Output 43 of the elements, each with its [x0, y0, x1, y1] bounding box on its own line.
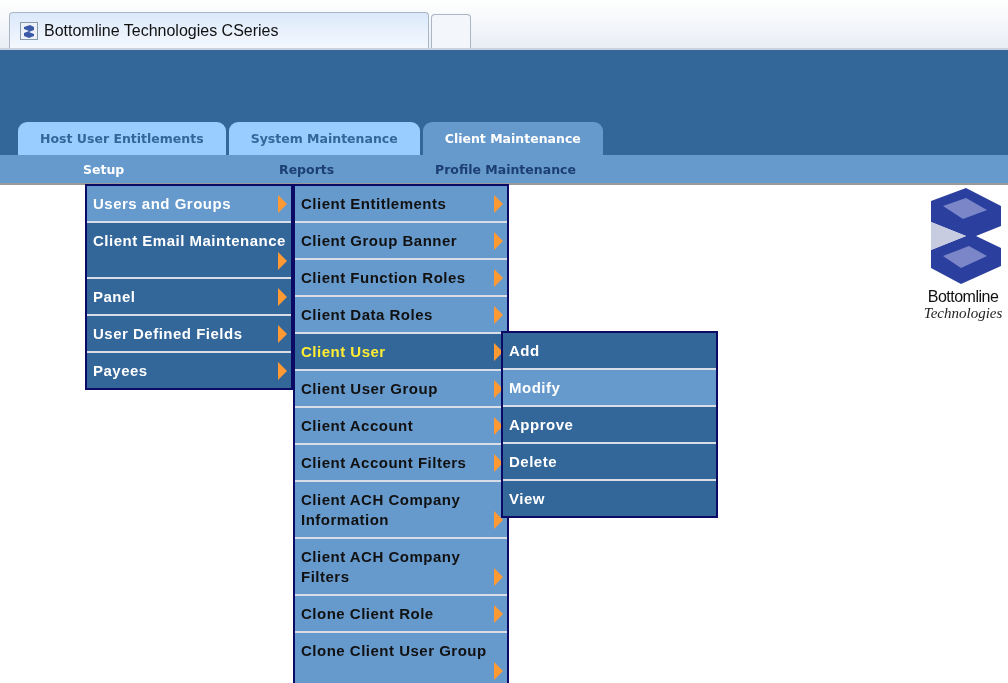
menu-item[interactable]: Client Data Roles — [295, 295, 507, 332]
submenu-arrow-icon — [494, 662, 503, 680]
browser-tab[interactable]: Bottomline Technologies CSeries — [9, 12, 429, 48]
submenu-arrow-icon — [494, 511, 503, 529]
menu-item[interactable]: Client Email Maintenance — [87, 221, 291, 277]
nav-link[interactable]: Reports — [279, 161, 435, 177]
menu-item[interactable]: Client ACH Company Information — [295, 480, 507, 537]
submenu-arrow-icon — [494, 454, 503, 472]
menu-item[interactable]: Payees — [87, 351, 291, 388]
submenu-arrow-icon — [278, 288, 287, 306]
submenu-arrow-icon — [278, 195, 287, 213]
menu-item[interactable]: Client Entitlements — [295, 186, 507, 221]
submenu-arrow-icon — [278, 252, 287, 270]
submenu-arrow-icon — [494, 195, 503, 213]
nav-link[interactable]: Profile Maintenance — [435, 161, 576, 177]
tab[interactable]: Host User Entitlements — [18, 122, 226, 155]
submenu-arrow-icon — [278, 362, 287, 380]
submenu-arrow-icon — [494, 417, 503, 435]
submenu-arrow-icon — [494, 343, 503, 361]
menu-item[interactable]: Client ACH Company Filters — [295, 537, 507, 594]
menu-item[interactable]: Client Function Roles — [295, 258, 507, 295]
menu-item[interactable]: Clone Client Role — [295, 594, 507, 631]
menu-item[interactable]: Clone Client User Group — [295, 631, 507, 683]
new-tab-button[interactable] — [431, 14, 471, 48]
menu-item[interactable]: User Defined Fields — [87, 314, 291, 351]
submenu-arrow-icon — [494, 269, 503, 287]
tab[interactable]: System Maintenance — [228, 122, 420, 155]
submenu-arrow-icon — [494, 605, 503, 623]
logo-tagline: Technologies — [923, 306, 1003, 320]
submenu-arrow-icon — [494, 380, 503, 398]
menu-item[interactable]: Client Group Banner — [295, 221, 507, 258]
menu-item[interactable]: Panel — [87, 277, 291, 314]
submenu-arrow-icon — [278, 325, 287, 343]
menu-item[interactable]: Add — [503, 333, 716, 368]
menu-item[interactable]: Approve — [503, 405, 716, 442]
browser-tab-title: Bottomline Technologies CSeries — [44, 21, 279, 40]
menu-item[interactable]: View — [503, 479, 716, 516]
submenu-arrow-icon — [494, 306, 503, 324]
submenu-arrow-icon — [494, 232, 503, 250]
submenu-arrow-icon — [494, 568, 503, 586]
logo-name: Bottomline — [927, 288, 999, 306]
menu-item[interactable]: Delete — [503, 442, 716, 479]
logo-icon — [20, 21, 38, 40]
